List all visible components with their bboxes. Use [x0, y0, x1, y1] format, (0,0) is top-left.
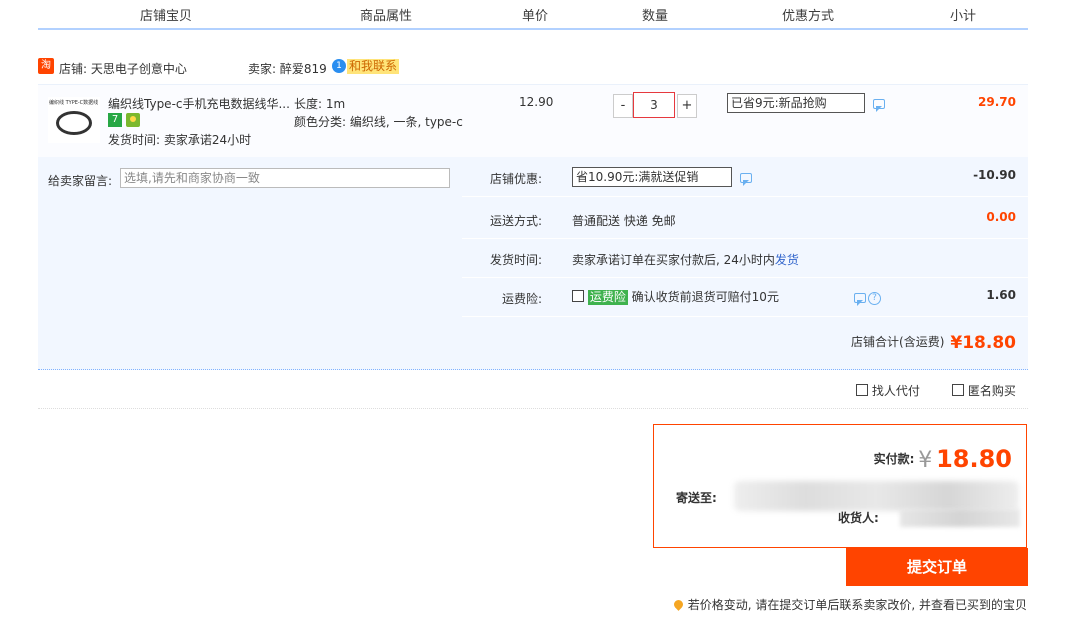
shop-promo-row: 店铺优惠: 省10.90元:满就送促销 -10.90	[462, 157, 1028, 197]
credit-card-icon[interactable]	[126, 113, 140, 127]
paid-value: 18.80	[936, 445, 1012, 473]
thumbnail-caption: 编织线 TYPE-C数据线	[49, 100, 99, 106]
shop-promo-select[interactable]: 省10.90元:满就送促销	[572, 167, 732, 187]
shop-total-label: 店铺合计(含运费)	[851, 335, 945, 349]
item-price: 12.90	[519, 95, 554, 109]
dispatch-label: 发货时间:	[489, 253, 542, 267]
anonymous-label: 匿名购买	[967, 384, 1016, 398]
insurance-value: 运费险 确认收货前退货可赔付10元	[572, 288, 779, 305]
shop-promo-label: 店铺优惠:	[489, 172, 542, 186]
shop-line: 淘 店铺: 天思电子创意中心 卖家: 醉爱819 1 和我联系	[38, 58, 638, 76]
order-options-row: 找人代付 匿名购买	[38, 370, 1028, 409]
shop-total: 店铺合计(含运费) ¥18.80	[851, 333, 1016, 353]
dispatch-row: 发货时间: 卖家承诺订单在买家付款后, 24小时内发货	[462, 238, 1028, 278]
insurance-text: 确认收货前退货可赔付10元	[631, 290, 779, 304]
item-thumbnail[interactable]: 编织线 TYPE-C数据线	[48, 97, 100, 143]
col-qty: 数量	[642, 9, 669, 24]
insurance-label: 运费险:	[501, 292, 542, 306]
shop-promo-amount: -10.90	[973, 168, 1016, 182]
price-notice-text: 若价格变动, 请在提交订单后联系卖家改价, 并查看已买到的宝贝	[687, 598, 1027, 612]
shipping-amount: 0.00	[986, 210, 1016, 224]
comment-icon[interactable]	[873, 99, 885, 112]
item-title-link[interactable]: 编织线Type-c手机充电数据线华...	[108, 95, 293, 112]
order-options: 店铺优惠: 省10.90元:满就送促销 -10.90 运送方式: 普通配送 快递…	[462, 157, 1028, 317]
payment-summary: 实付款: ¥ 18.80 寄送至: 收货人:	[653, 424, 1027, 548]
cable-image	[56, 111, 92, 135]
shipping-value: 普通配送 快递 免邮	[572, 214, 676, 228]
shop-total-value: ¥18.80	[950, 333, 1016, 353]
item-attr-color: 颜色分类: 编织线, 一条, type-c	[294, 115, 463, 129]
dispatch-text: 卖家承诺订单在买家付款后, 24小时内	[572, 253, 775, 267]
address-redacted	[734, 481, 1019, 511]
address-label: 寄送至:	[676, 491, 717, 505]
seven-day-return-icon[interactable]: 7	[108, 113, 122, 127]
insurance-amount: 1.60	[986, 288, 1016, 302]
dispatch-link[interactable]: 发货	[775, 253, 799, 267]
location-pin-icon	[671, 598, 685, 611]
proxy-pay-checkbox[interactable]	[856, 384, 868, 396]
qty-plus-button[interactable]: +	[677, 94, 697, 118]
qty-input[interactable]: 3	[633, 92, 675, 118]
contact-seller-button[interactable]: 和我联系	[347, 59, 400, 74]
table-header: 店铺宝贝 商品属性 单价 数量 优惠方式 小计	[38, 0, 1028, 30]
shipping-row: 运送方式: 普通配送 快递 免邮 0.00	[462, 199, 1028, 239]
shipping-label: 运送方式:	[489, 214, 542, 228]
col-discount: 优惠方式	[782, 9, 835, 24]
insurance-checkbox[interactable]	[572, 290, 584, 302]
proxy-pay-option[interactable]: 找人代付	[856, 382, 920, 399]
item-attr-length: 长度: 1m	[294, 97, 346, 111]
item-ship-time: 发货时间: 卖家承诺24小时	[108, 133, 252, 147]
anonymous-checkbox[interactable]	[952, 384, 964, 396]
dispatch-value: 卖家承诺订单在买家付款后, 24小时内发货	[572, 251, 799, 268]
receiver-redacted	[900, 509, 1020, 527]
memo-label: 给卖家留言:	[48, 174, 113, 188]
memo-input[interactable]: 选填,请先和商家协商一致	[120, 168, 450, 188]
seller-name-link[interactable]: 卖家: 醉爱819	[248, 60, 327, 77]
col-shop-item: 店铺宝贝	[140, 9, 193, 24]
taobao-icon: 淘	[38, 58, 54, 74]
insurance-row: 运费险: 运费险 确认收货前退货可赔付10元 ? 1.60	[462, 277, 1028, 317]
insurance-badge: 运费险	[587, 290, 628, 305]
item-row: 编织线 TYPE-C数据线 编织线Type-c手机充电数据线华... 7 发货时…	[38, 84, 1028, 157]
price-notice: 若价格变动, 请在提交订单后联系卖家改价, 并查看已买到的宝贝	[671, 596, 1027, 613]
col-price: 单价	[522, 9, 549, 24]
submit-order-button[interactable]: 提交订单	[846, 548, 1028, 586]
paid-label: 实付款:	[873, 452, 915, 466]
proxy-pay-label: 找人代付	[871, 384, 920, 398]
item-subtotal: 29.70	[978, 95, 1016, 109]
order-extras-panel: 给卖家留言: 选填,请先和商家协商一致 店铺优惠: 省10.90元:满就送促销 …	[38, 157, 1028, 370]
currency-symbol: ¥	[918, 448, 933, 473]
receiver-label: 收货人:	[838, 511, 879, 525]
comment-icon[interactable]	[854, 293, 866, 306]
quantity-stepper: - 3 +	[613, 92, 699, 118]
shop-name-link[interactable]: 店铺: 天思电子创意中心	[59, 60, 187, 77]
col-attrs: 商品属性	[360, 9, 413, 24]
help-icon[interactable]: ?	[868, 292, 881, 305]
anonymous-option[interactable]: 匿名购买	[952, 382, 1016, 399]
discount-select[interactable]: 已省9元:新品抢购	[727, 93, 865, 113]
paid-amount: 实付款: ¥ 18.80	[874, 445, 1012, 473]
wangwang-icon[interactable]: 1	[332, 59, 346, 73]
qty-minus-button[interactable]: -	[613, 94, 633, 118]
col-subtotal: 小计	[950, 9, 977, 24]
comment-icon[interactable]	[740, 173, 752, 186]
